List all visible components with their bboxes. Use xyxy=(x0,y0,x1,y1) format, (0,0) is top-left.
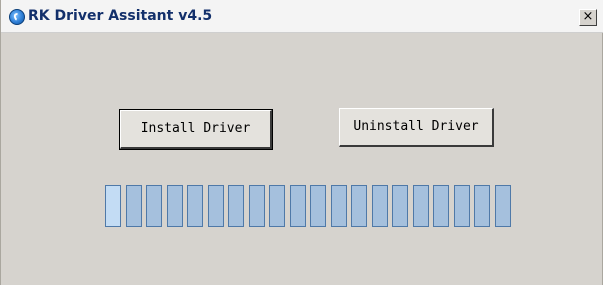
progress-segment xyxy=(187,185,204,227)
progress-segment xyxy=(495,185,511,227)
progress-segment xyxy=(166,185,183,227)
app-logo-icon xyxy=(9,9,25,25)
progress-segment xyxy=(310,185,327,227)
progress-segment xyxy=(412,185,429,227)
progress-segment xyxy=(146,185,163,227)
window-title: RK Driver Assitant v4.5 xyxy=(28,8,213,24)
install-progress-bar xyxy=(105,185,511,227)
progress-segment xyxy=(105,185,121,227)
progress-segment xyxy=(269,185,286,227)
progress-segment xyxy=(125,185,142,227)
progress-segment xyxy=(371,185,388,227)
progress-segment xyxy=(392,185,409,227)
title-bar[interactable]: RK Driver Assitant v4.5 × xyxy=(1,0,603,33)
progress-segment xyxy=(228,185,245,227)
app-window: RK Driver Assitant v4.5 × Install Driver… xyxy=(0,0,603,285)
install-driver-button[interactable]: Install Driver xyxy=(119,109,273,150)
close-button[interactable]: × xyxy=(579,9,597,26)
progress-segment xyxy=(351,185,368,227)
uninstall-driver-button[interactable]: Uninstall Driver xyxy=(339,108,494,147)
progress-segment xyxy=(289,185,306,227)
progress-segment xyxy=(248,185,265,227)
progress-segment xyxy=(453,185,470,227)
progress-segment xyxy=(433,185,450,227)
progress-segment xyxy=(330,185,347,227)
progress-segment xyxy=(207,185,224,227)
progress-segment xyxy=(474,185,491,227)
